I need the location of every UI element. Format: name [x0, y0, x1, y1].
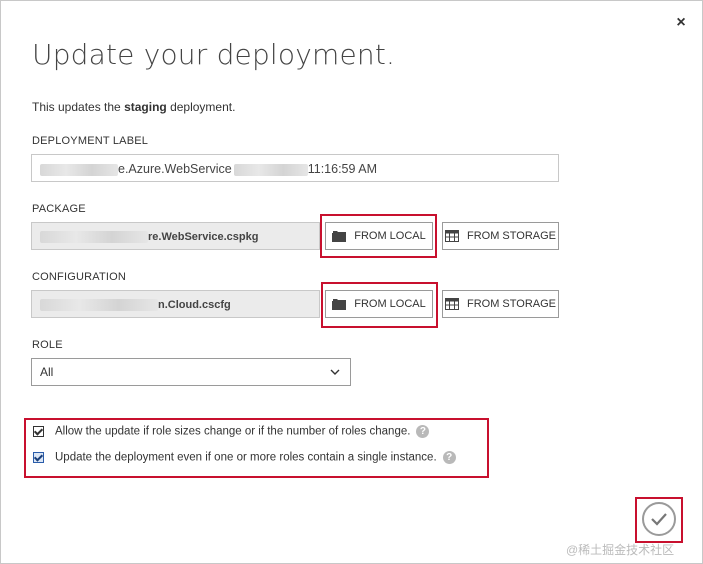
help-icon[interactable]: ?	[442, 451, 456, 464]
allow-update-label: Allow the update if role sizes change or…	[55, 425, 430, 438]
redacted-text	[40, 163, 118, 176]
chevron-down-icon	[330, 359, 340, 385]
close-icon[interactable]: ×	[672, 14, 690, 32]
deployment-label-heading: DEPLOYMENT LABEL	[32, 135, 149, 147]
package-file-name: re.WebService.cspkg	[148, 231, 259, 243]
deployment-label-text: e.Azure.WebService	[118, 162, 232, 176]
from-storage-label: FROM STORAGE	[466, 230, 557, 242]
help-icon[interactable]: ?	[416, 425, 430, 438]
single-instance-label: Update the deployment even if one or mor…	[55, 451, 456, 464]
package-heading: PACKAGE	[32, 203, 86, 215]
highlight-box	[320, 214, 437, 258]
checkmark-icon	[650, 512, 668, 526]
dialog-description: This updates the staging deployment.	[32, 100, 236, 114]
role-selected-value: All	[40, 365, 54, 379]
configuration-from-storage-button[interactable]: FROM STORAGE	[442, 290, 559, 318]
role-select[interactable]: All	[31, 358, 351, 386]
redacted-text	[40, 231, 148, 244]
configuration-file-field: n.Cloud.cscfg	[31, 290, 320, 318]
deployment-label-input[interactable]: e.Azure.WebService 11:16:59 AM	[31, 154, 559, 182]
environment-name: staging	[124, 100, 167, 114]
configuration-heading: CONFIGURATION	[32, 271, 127, 283]
redacted-text	[40, 299, 158, 312]
watermark: @稀土掘金技术社区	[566, 543, 675, 557]
from-storage-label: FROM STORAGE	[466, 298, 557, 310]
ok-button[interactable]	[642, 502, 676, 536]
configuration-file-name: n.Cloud.cscfg	[158, 299, 231, 311]
deployment-label-time: 11:16:59 AM	[307, 162, 377, 176]
dialog-title: Update your deployment.	[32, 38, 396, 71]
redacted-text	[233, 163, 308, 176]
storage-grid-icon	[444, 230, 459, 242]
role-heading: ROLE	[32, 339, 63, 351]
allow-update-checkbox[interactable]	[33, 426, 44, 437]
single-instance-checkbox[interactable]	[33, 452, 44, 463]
package-from-storage-button[interactable]: FROM STORAGE	[442, 222, 559, 250]
storage-grid-icon	[444, 298, 459, 310]
package-file-field: re.WebService.cspkg	[31, 222, 320, 250]
highlight-box	[321, 282, 438, 328]
